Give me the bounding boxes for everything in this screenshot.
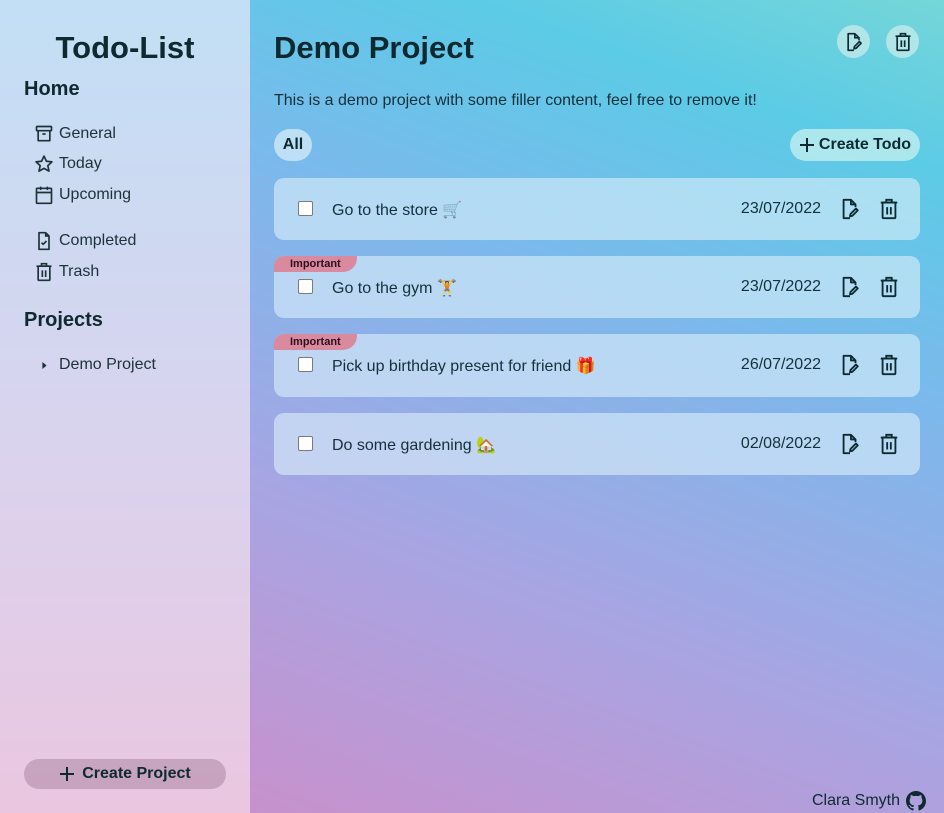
file-check-icon [38, 231, 50, 251]
todo-checkbox[interactable] [298, 279, 313, 294]
sidebar-item-today[interactable]: Today [34, 152, 102, 176]
sidebar-item-label: Upcoming [59, 186, 132, 203]
todo-item[interactable]: Important Pick up birthday present for f… [274, 334, 920, 397]
trash-icon [880, 354, 898, 376]
trash-icon [880, 276, 898, 298]
edit-file-icon [842, 198, 859, 220]
home-heading[interactable]: Home [24, 78, 80, 101]
create-todo-label: Create Todo [818, 136, 912, 153]
page-title: Demo Project [274, 30, 474, 65]
todo-title: Do some gardening 🏡 [332, 437, 497, 454]
todo-checkbox[interactable] [298, 436, 313, 451]
trash-icon [895, 32, 910, 51]
todo-checkbox[interactable] [298, 201, 313, 216]
important-badge: Important [274, 256, 357, 272]
todo-item[interactable]: Important Go to the gym 🏋 23/07/2022 [274, 256, 920, 318]
project-description: This is a demo project with some filler … [274, 92, 757, 109]
important-badge: Important [274, 334, 357, 350]
todo-title: Go to the gym 🏋 [332, 280, 457, 297]
plus-icon [799, 138, 814, 152]
create-project-label: Create Project [82, 765, 191, 782]
author-name: Clara Smyth [811, 792, 900, 809]
archive-icon [35, 125, 53, 142]
delete-todo-button[interactable] [878, 433, 900, 455]
trash-icon [880, 198, 898, 220]
edit-file-icon [842, 276, 859, 298]
sidebar-item-label: Demo Project [59, 356, 156, 373]
todo-date: 02/08/2022 [740, 435, 821, 452]
edit-todo-button[interactable] [839, 354, 861, 376]
edit-todo-button[interactable] [839, 276, 861, 298]
sidebar-item-trash[interactable]: Trash [34, 260, 99, 284]
sidebar-item-general[interactable]: General [34, 122, 116, 146]
filter-all-button[interactable]: All [274, 129, 312, 161]
delete-todo-button[interactable] [878, 276, 900, 298]
footer: Clara Smyth [812, 791, 926, 811]
trash-icon [36, 262, 52, 282]
plus-icon [60, 767, 75, 781]
edit-file-icon [842, 354, 859, 376]
sidebar-item-demo-project[interactable]: Demo Project [34, 353, 156, 377]
delete-todo-button[interactable] [878, 354, 900, 376]
sidebar-item-upcoming[interactable]: Upcoming [34, 183, 131, 207]
trash-icon [880, 433, 898, 455]
sidebar-item-label: General [59, 125, 116, 142]
sidebar-item-label: Today [59, 155, 102, 172]
edit-todo-button[interactable] [839, 433, 861, 455]
delete-todo-button[interactable] [878, 198, 900, 220]
todo-date: 23/07/2022 [740, 278, 821, 295]
sidebar-item-label: Trash [59, 263, 100, 280]
edit-file-icon [846, 32, 862, 51]
edit-todo-button[interactable] [839, 198, 861, 220]
todo-title: Go to the store 🛒 [332, 202, 463, 219]
todo-checkbox[interactable] [298, 357, 313, 372]
edit-project-button[interactable] [837, 25, 870, 58]
todo-item[interactable]: Go to the store 🛒 23/07/2022 [274, 178, 920, 240]
sidebar: Todo-List Home General Today Upcoming Co… [0, 0, 250, 813]
star-icon [35, 155, 53, 172]
todo-date: 23/07/2022 [740, 200, 821, 217]
caret-right-icon[interactable] [34, 361, 54, 370]
app-title: Todo-List [55, 30, 195, 65]
todo-title: Pick up birthday present for friend 🎁 [332, 358, 596, 375]
edit-file-icon [842, 433, 859, 455]
sidebar-item-completed[interactable]: Completed [34, 229, 136, 253]
create-todo-button[interactable]: Create Todo [790, 129, 920, 161]
calendar-icon [35, 186, 53, 205]
delete-project-button[interactable] [886, 25, 919, 58]
projects-heading: Projects [24, 309, 103, 331]
create-project-button[interactable]: Create Project [24, 759, 226, 789]
github-icon[interactable] [906, 791, 926, 811]
todo-item[interactable]: Do some gardening 🏡 02/08/2022 [274, 413, 920, 475]
sidebar-item-label: Completed [59, 232, 137, 249]
todo-date: 26/07/2022 [740, 356, 821, 373]
